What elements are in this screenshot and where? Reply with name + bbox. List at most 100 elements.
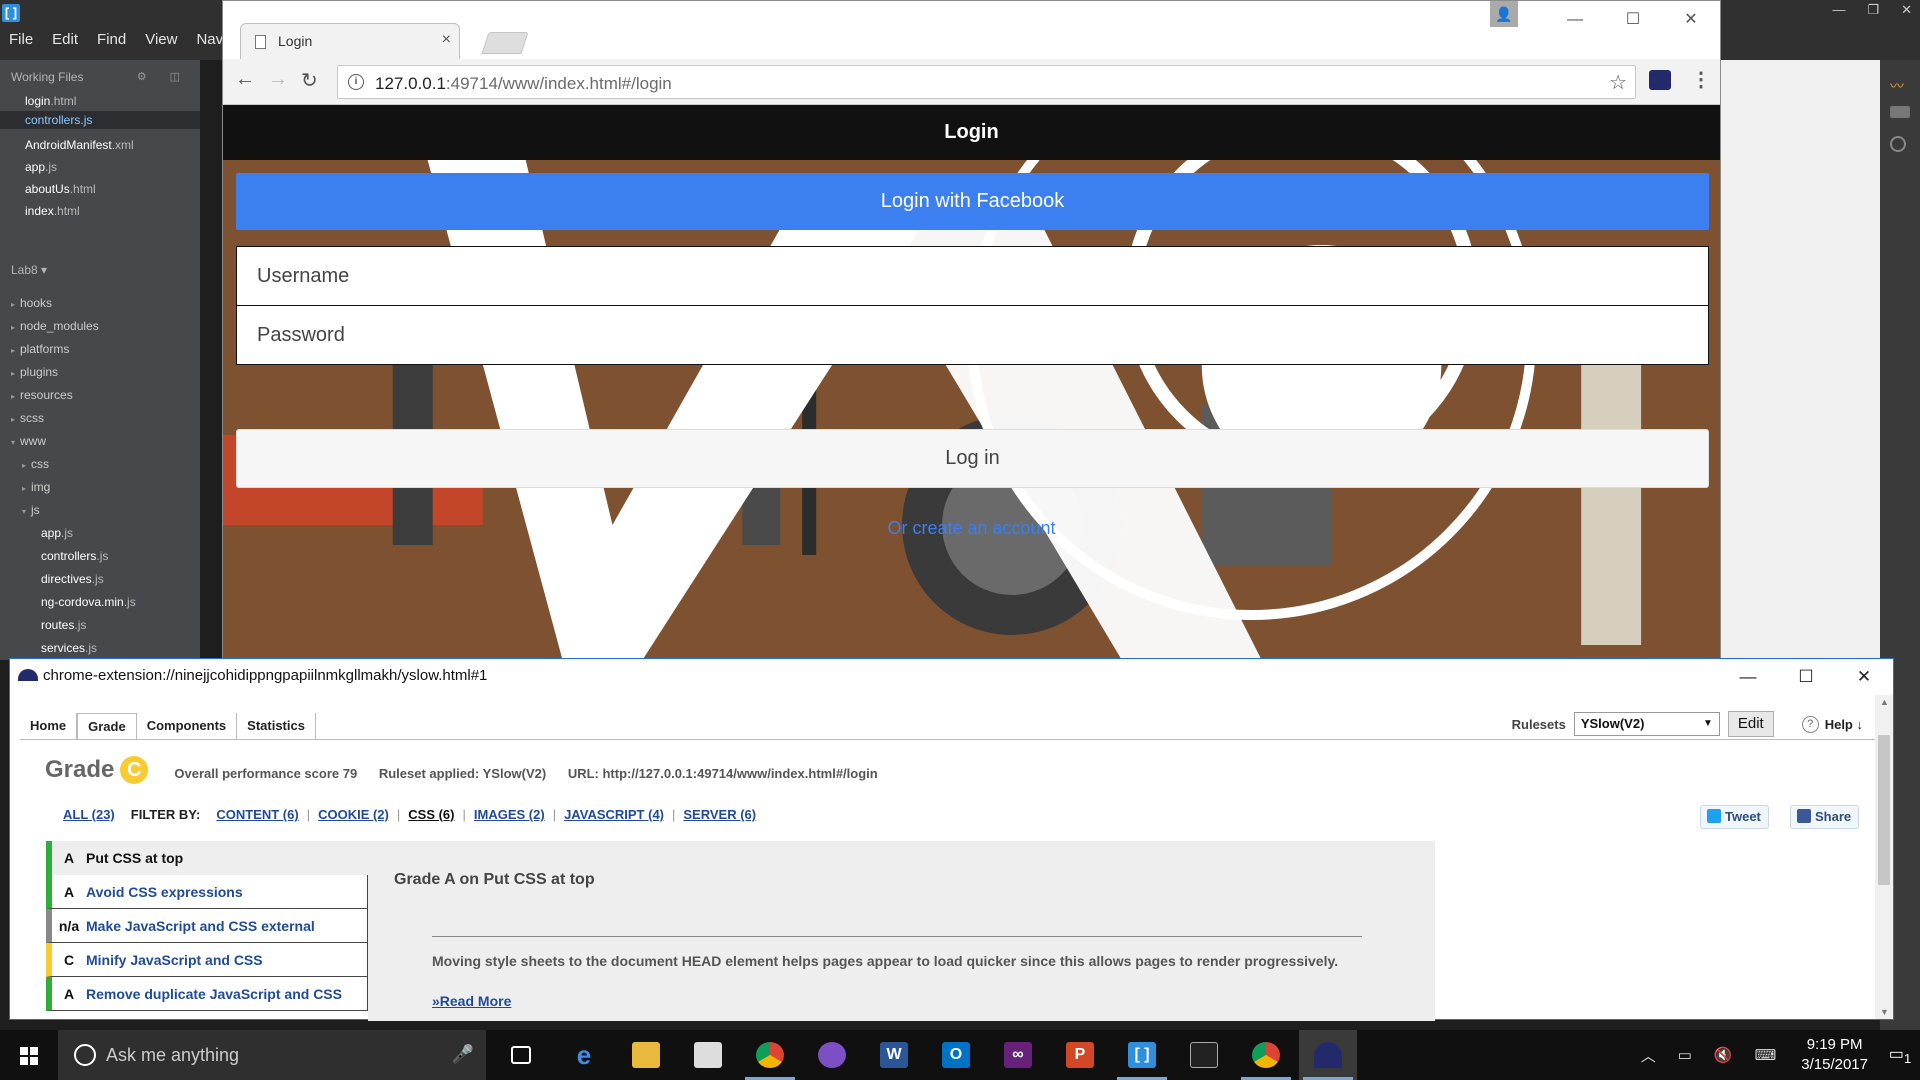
- edge-app[interactable]: e: [555, 1030, 613, 1080]
- help-link[interactable]: Help ↓: [1825, 717, 1863, 732]
- cortana-search-box[interactable]: Ask me anything 🎤: [58, 1030, 486, 1080]
- extension-manager-icon[interactable]: [1890, 106, 1910, 118]
- word-app[interactable]: W: [865, 1030, 923, 1080]
- close-icon[interactable]: ✕: [1835, 659, 1893, 695]
- filter-images[interactable]: IMAGES (2): [474, 807, 545, 822]
- keyboard-icon[interactable]: ⌨: [1755, 1046, 1777, 1064]
- tree-folder[interactable]: ▸ hooks: [11, 296, 52, 310]
- powerpoint-app[interactable]: P: [1051, 1030, 1109, 1080]
- tab-login[interactable]: Login ×: [240, 23, 460, 59]
- menu-edit[interactable]: Edit: [43, 28, 88, 52]
- filter-css[interactable]: CSS (6): [408, 807, 454, 822]
- menu-find[interactable]: Find: [88, 28, 136, 52]
- working-file-item-active[interactable]: controllers.js: [0, 111, 200, 129]
- vertical-scrollbar[interactable]: ▲ ▼: [1875, 695, 1893, 1019]
- tree-folder[interactable]: ▸ plugins: [11, 365, 58, 379]
- file-explorer-app[interactable]: [617, 1030, 675, 1080]
- working-file-item[interactable]: aboutUs.html: [25, 182, 96, 196]
- tweet-button[interactable]: Tweet: [1700, 805, 1769, 829]
- read-more-link[interactable]: »Read More: [432, 993, 511, 1009]
- filter-all[interactable]: ALL (23): [63, 807, 115, 822]
- tree-file[interactable]: services.js: [41, 641, 97, 655]
- rule-item[interactable]: A Remove duplicate JavaScript and CSS: [46, 977, 368, 1011]
- filter-javascript[interactable]: JAVASCRIPT (4): [564, 807, 664, 822]
- tab-statistics[interactable]: Statistics: [237, 713, 316, 739]
- github-app[interactable]: [803, 1030, 861, 1080]
- rule-item[interactable]: n/a Make JavaScript and CSS external: [46, 909, 368, 943]
- visual-studio-app[interactable]: ∞: [989, 1030, 1047, 1080]
- create-account-link[interactable]: Or create an account: [223, 518, 1720, 539]
- working-file-item[interactable]: app.js: [25, 160, 57, 174]
- scrollbar-thumb[interactable]: [1878, 735, 1890, 885]
- menu-view[interactable]: View: [136, 28, 187, 52]
- tree-folder[interactable]: ▸ platforms: [11, 342, 69, 356]
- working-file-item[interactable]: login.html: [25, 94, 76, 108]
- menu-file[interactable]: File: [0, 28, 43, 52]
- tab-home[interactable]: Home: [20, 713, 78, 739]
- close-icon[interactable]: ✕: [1901, 2, 1912, 18]
- maximize-icon[interactable]: ☐: [1777, 659, 1835, 695]
- notifications-icon[interactable]: ▭1: [1880, 1044, 1920, 1066]
- tree-folder[interactable]: ▸ node_modules: [11, 319, 99, 333]
- scroll-up-icon[interactable]: ▲: [1880, 697, 1889, 707]
- username-field[interactable]: Username: [236, 246, 1709, 306]
- reload-icon[interactable]: ↻: [301, 68, 318, 93]
- forward-icon[interactable]: →: [268, 68, 288, 91]
- tree-folder[interactable]: ▸ resources: [11, 388, 73, 402]
- chrome-app[interactable]: [741, 1030, 799, 1080]
- tree-folder[interactable]: ▸ css: [22, 457, 49, 471]
- filter-cookie[interactable]: COOKIE (2): [318, 807, 389, 822]
- yslow-app[interactable]: [1299, 1030, 1357, 1080]
- chrome-menu-icon[interactable]: ⋮: [1691, 67, 1711, 92]
- minimize-icon[interactable]: —: [1546, 1, 1604, 39]
- restore-icon[interactable]: ❐: [1867, 2, 1879, 18]
- store-app[interactable]: [679, 1030, 737, 1080]
- battery-icon[interactable]: ▭: [1678, 1046, 1692, 1064]
- filter-content[interactable]: CONTENT (6): [216, 807, 298, 822]
- microphone-icon[interactable]: 🎤: [452, 1044, 474, 1065]
- tree-folder[interactable]: ▸ img: [22, 480, 50, 494]
- tree-file[interactable]: controllers.js: [41, 549, 108, 563]
- help-icon[interactable]: ?: [1801, 715, 1819, 733]
- rule-item-selected[interactable]: A Put CSS at top: [46, 841, 368, 875]
- edit-ruleset-button[interactable]: Edit: [1727, 711, 1774, 737]
- start-button[interactable]: [0, 1030, 58, 1080]
- ruleset-select[interactable]: YSlow(V2) ▼: [1573, 712, 1720, 736]
- back-icon[interactable]: ←: [235, 68, 255, 91]
- log-in-button[interactable]: Log in: [236, 429, 1709, 488]
- volume-muted-icon[interactable]: 🔇: [1714, 1046, 1733, 1064]
- close-icon[interactable]: ✕: [1662, 1, 1720, 39]
- address-bar[interactable]: i 127.0.0.1:49714/www/index.html#/login …: [337, 65, 1636, 99]
- minimize-icon[interactable]: —: [1832, 2, 1845, 18]
- brackets-app[interactable]: [ ]: [1113, 1030, 1171, 1080]
- maximize-icon[interactable]: ☐: [1604, 1, 1662, 39]
- profile-icon[interactable]: 👤: [1490, 1, 1518, 27]
- tree-folder-open[interactable]: ▾ www: [11, 434, 46, 448]
- chrome-app-2[interactable]: [1237, 1030, 1295, 1080]
- new-tab-button[interactable]: [481, 32, 529, 54]
- bookmark-star-icon[interactable]: ☆: [1609, 70, 1627, 95]
- live-preview-icon[interactable]: 〰: [1890, 76, 1910, 94]
- tree-file[interactable]: app.js: [41, 526, 73, 540]
- share-button[interactable]: Share: [1790, 805, 1860, 829]
- rule-item[interactable]: C Minify JavaScript and CSS: [46, 943, 368, 977]
- minimize-icon[interactable]: —: [1719, 659, 1777, 695]
- working-file-item[interactable]: index.html: [25, 204, 80, 218]
- lint-status-icon[interactable]: [1890, 136, 1906, 152]
- login-with-facebook-button[interactable]: Login with Facebook: [236, 173, 1709, 230]
- tab-close-icon[interactable]: ×: [442, 31, 451, 49]
- working-file-item[interactable]: AndroidManifest.xml: [25, 138, 134, 152]
- task-view-button[interactable]: [492, 1030, 550, 1080]
- tree-file[interactable]: ng-cordova.min.js: [41, 595, 136, 609]
- project-title[interactable]: Lab8 ▾: [11, 263, 47, 277]
- chevron-up-icon[interactable]: ︿: [1641, 1045, 1656, 1066]
- tab-grade[interactable]: Grade: [77, 713, 137, 739]
- rule-item[interactable]: A Avoid CSS expressions: [46, 875, 368, 909]
- scroll-down-icon[interactable]: ▼: [1880, 1007, 1889, 1017]
- yslow-extension-icon[interactable]: [1649, 70, 1671, 90]
- tree-file[interactable]: routes.js: [41, 618, 86, 632]
- info-icon[interactable]: i: [348, 74, 364, 90]
- clock[interactable]: 9:19 PM 3/15/2017: [1801, 1035, 1868, 1075]
- filter-server[interactable]: SERVER (6): [683, 807, 756, 822]
- tree-file[interactable]: directives.js: [41, 572, 104, 586]
